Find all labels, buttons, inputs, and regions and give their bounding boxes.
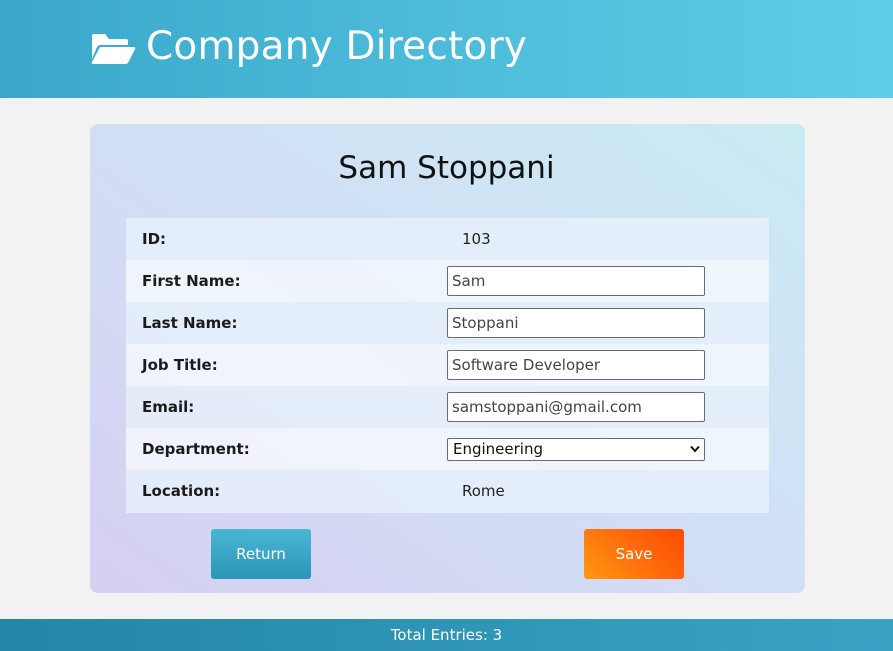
id-value: 103: [462, 230, 491, 248]
total-entries-footer: Total Entries: 3: [0, 619, 893, 651]
row-department: Department: Engineering: [126, 428, 769, 470]
department-selected-value: Engineering: [453, 440, 543, 458]
return-button[interactable]: Return: [211, 529, 311, 579]
department-label: Department:: [142, 440, 250, 458]
last-name-label: Last Name:: [142, 314, 238, 332]
department-select[interactable]: Engineering: [447, 438, 705, 461]
app-header: Company Directory: [0, 0, 893, 98]
employee-name-heading: Sam Stoppani: [338, 150, 555, 186]
job-title-input[interactable]: [447, 350, 705, 380]
job-title-label: Job Title:: [142, 356, 218, 374]
chevron-down-icon: [690, 445, 700, 453]
app-title: Company Directory: [146, 24, 528, 69]
folder-open-icon: [91, 34, 136, 64]
id-label: ID:: [142, 230, 167, 248]
row-first-name: First Name:: [126, 260, 769, 302]
row-email: Email:: [126, 386, 769, 428]
first-name-input[interactable]: [447, 266, 705, 296]
last-name-input[interactable]: [447, 308, 705, 338]
row-location: Location: Rome: [126, 470, 769, 513]
row-job-title: Job Title:: [126, 344, 769, 386]
email-input[interactable]: [447, 392, 705, 422]
email-label: Email:: [142, 398, 195, 416]
save-button[interactable]: Save: [584, 529, 684, 579]
location-label: Location:: [142, 482, 221, 500]
employee-details-table: ID: 103 First Name: Last Name: Job Title…: [126, 218, 769, 513]
first-name-label: First Name:: [142, 272, 241, 290]
location-value: Rome: [462, 482, 505, 500]
row-id: ID: 103: [126, 218, 769, 260]
row-last-name: Last Name:: [126, 302, 769, 344]
